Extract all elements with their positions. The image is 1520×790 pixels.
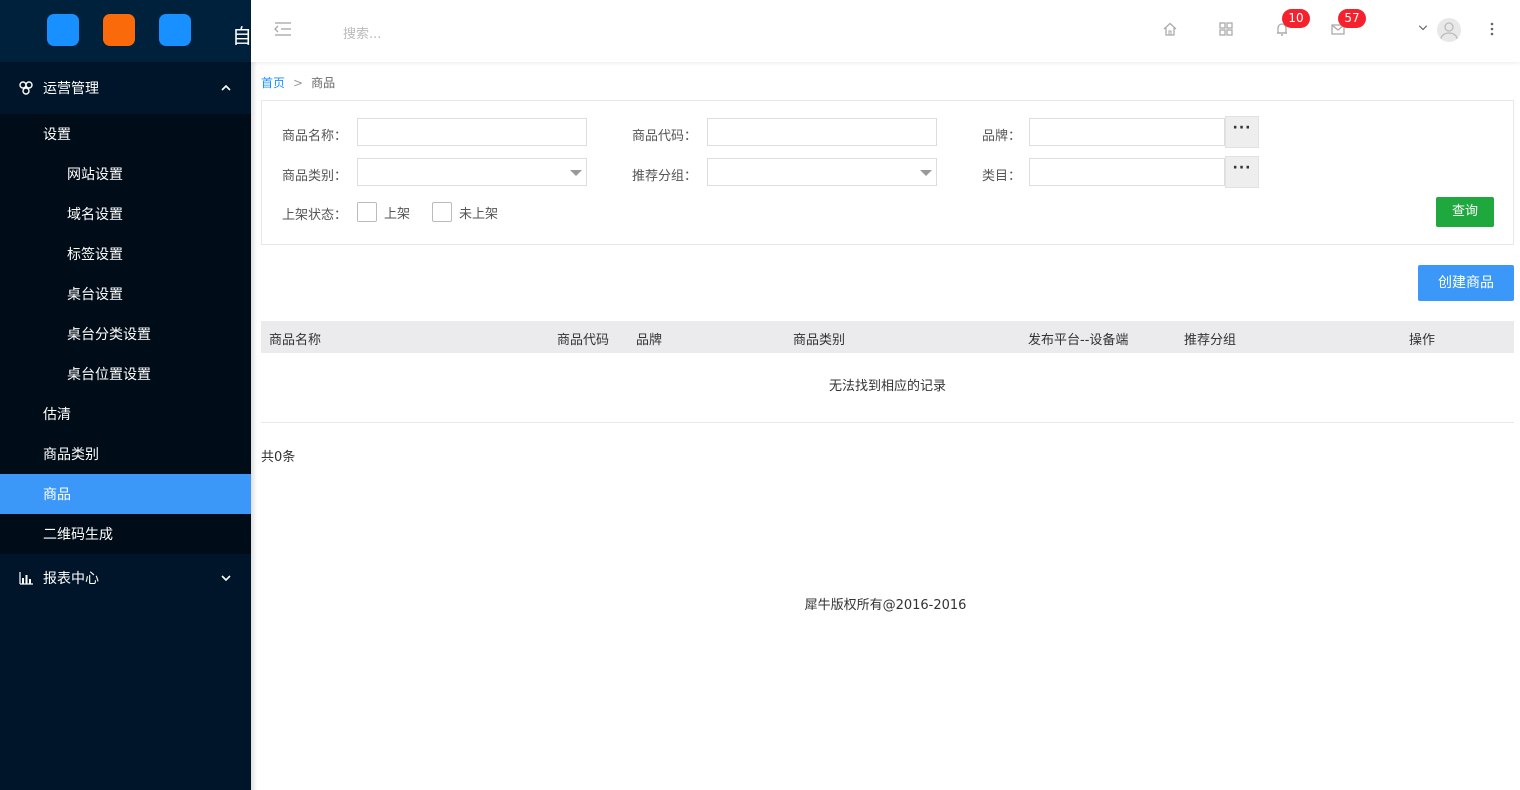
app-icon-blue-2[interactable] <box>159 14 191 46</box>
messages-badge: 57 <box>1338 9 1366 28</box>
top-header: 搜索... 10 57 <box>251 0 1520 62</box>
menu-group-reports[interactable]: 报表中心 <box>0 554 251 602</box>
logo-bar: 自 <box>0 0 251 62</box>
sidebar-item-qrcode[interactable]: 二维码生成 <box>0 514 251 554</box>
product-code-input[interactable] <box>707 118 937 146</box>
column-header-platform[interactable]: 发布平台--设备端 <box>1028 329 1128 348</box>
sidebar-item-label: 桌台设置 <box>67 287 123 303</box>
column-header-brand[interactable]: 品牌 <box>636 329 662 348</box>
shelf-status-label: 上架状态： <box>282 208 348 223</box>
sidebar-item-soldout[interactable]: 估清 <box>0 394 251 434</box>
menu-group-reports-label: 报表中心 <box>43 571 99 587</box>
breadcrumb-home[interactable]: 首页 <box>261 76 285 90</box>
breadcrumb-current: 商品 <box>311 76 336 90</box>
sidebar-item-domain-settings[interactable]: 域名设置 <box>0 194 251 234</box>
recommend-group-label: 推荐分组： <box>632 169 698 184</box>
breadcrumb: 首页 > 商品 <box>261 74 335 91</box>
brand-input[interactable] <box>1029 118 1225 146</box>
sidebar-item-label: 二维码生成 <box>43 527 113 543</box>
sidebar: 自 运营管理 设置 网站设置 域名设置 标签设置 桌台设置 桌台分类设置 桌台位… <box>0 0 251 790</box>
app-icon-blue[interactable] <box>47 14 79 46</box>
chevron-down-icon[interactable] <box>1417 22 1429 34</box>
sidebar-item-site-settings[interactable]: 网站设置 <box>0 154 251 194</box>
sidebar-item-settings[interactable]: 设置 <box>0 114 251 154</box>
menu-group-ops-label: 运营管理 <box>43 81 99 97</box>
caret-down-icon <box>570 170 582 176</box>
home-icon[interactable] <box>1162 21 1178 37</box>
total-count: 共0条 <box>261 450 296 465</box>
column-header-code[interactable]: 商品代码 <box>557 329 609 348</box>
breadcrumb-separator: > <box>293 76 304 90</box>
class-picker-button[interactable]: ··· <box>1225 156 1259 188</box>
notifications-badge: 10 <box>1282 9 1310 28</box>
app-icon-orange[interactable] <box>103 14 135 46</box>
product-category-select[interactable] <box>357 158 587 186</box>
sidebar-item-label: 商品类别 <box>43 447 99 463</box>
product-name-label: 商品名称： <box>282 129 348 144</box>
sidebar-item-label: 商品 <box>43 487 71 503</box>
user-icon <box>1440 22 1458 40</box>
table-header: 商品名称 商品代码 品牌 商品类别 发布平台--设备端 推荐分组 操作 <box>261 321 1514 353</box>
sidebar-item-label: 估清 <box>43 407 71 423</box>
sidebar-item-table-settings[interactable]: 桌台设置 <box>0 274 251 314</box>
recommend-group-select[interactable] <box>707 158 937 186</box>
sidebar-item-label: 桌台位置设置 <box>67 367 151 383</box>
product-name-input[interactable] <box>357 118 587 146</box>
sidebar-item-label: 设置 <box>43 127 71 143</box>
footer-copyright: 犀牛版权所有@2016-2016 <box>804 598 967 613</box>
sidebar-item-label: 桌台分类设置 <box>67 327 151 343</box>
column-header-category[interactable]: 商品类别 <box>793 329 845 348</box>
search-input[interactable]: 搜索... <box>343 23 381 42</box>
column-header-actions[interactable]: 操作 <box>1409 329 1435 348</box>
sidebar-item-table-category-settings[interactable]: 桌台分类设置 <box>0 314 251 354</box>
brand-label: 品牌： <box>982 129 1022 144</box>
off-shelf-checkbox[interactable] <box>432 202 452 222</box>
brand-picker-button[interactable]: ··· <box>1225 116 1259 148</box>
off-shelf-label[interactable]: 未上架 <box>459 203 498 222</box>
sidebar-item-table-location-settings[interactable]: 桌台位置设置 <box>0 354 251 394</box>
collapse-menu-icon[interactable] <box>273 21 293 37</box>
column-header-group[interactable]: 推荐分组 <box>1184 329 1236 348</box>
sidebar-item-tag-settings[interactable]: 标签设置 <box>0 234 251 274</box>
menu-group-ops[interactable]: 运营管理 <box>0 62 251 114</box>
query-button[interactable]: 查询 <box>1436 197 1494 227</box>
create-product-button[interactable]: 创建商品 <box>1418 265 1514 301</box>
product-category-label: 商品类别： <box>282 169 348 184</box>
sidebar-item-product-category[interactable]: 商品类别 <box>0 434 251 474</box>
column-header-name[interactable]: 商品名称 <box>269 329 321 348</box>
sidebar-item-label: 标签设置 <box>67 247 123 263</box>
ops-icon <box>19 81 33 95</box>
product-code-label: 商品代码： <box>632 129 698 144</box>
bar-chart-icon <box>19 572 33 585</box>
caret-down-icon <box>920 170 932 176</box>
on-shelf-checkbox[interactable] <box>357 202 377 222</box>
class-label: 类目： <box>982 169 1022 184</box>
more-vertical-icon[interactable] <box>1484 21 1500 37</box>
grid-icon[interactable] <box>1218 21 1234 37</box>
logo-text: 自 <box>232 24 251 48</box>
avatar[interactable] <box>1437 18 1461 42</box>
main-content: 首页 > 商品 商品名称： 商品代码： 品牌： ··· 商品类别： 推荐分组： 类目… <box>251 62 1520 790</box>
submenu-ops: 设置 网站设置 域名设置 标签设置 桌台设置 桌台分类设置 桌台位置设置 估清 … <box>0 114 251 554</box>
class-input[interactable] <box>1029 158 1225 186</box>
sidebar-item-products[interactable]: 商品 <box>0 474 251 514</box>
filter-panel: 商品名称： 商品代码： 品牌： ··· 商品类别： 推荐分组： 类目： ··· … <box>261 100 1514 245</box>
on-shelf-label[interactable]: 上架 <box>384 203 410 222</box>
table-empty-row: 无法找到相应的记录 <box>261 353 1514 423</box>
chevron-up-icon <box>221 84 231 91</box>
sidebar-item-label: 域名设置 <box>67 207 123 223</box>
chevron-down-icon <box>221 575 231 582</box>
sidebar-item-label: 网站设置 <box>67 167 123 183</box>
